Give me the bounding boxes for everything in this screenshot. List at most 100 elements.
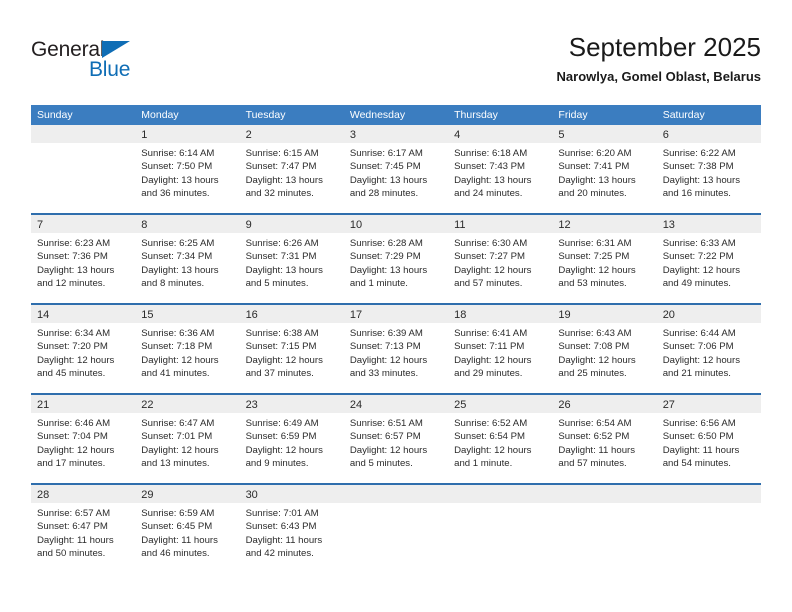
day-detail-line: Daylight: 11 hours <box>141 534 218 546</box>
day-detail-text: Sunrise: 6:25 AM Sunset: 7:34 PM Daylight:… <box>135 233 239 291</box>
day-number-bar <box>552 485 657 503</box>
day-detail-line: Sunrise: 6:25 AM <box>141 238 215 249</box>
day-detail-line: Sunset: 7:36 PM <box>37 251 108 263</box>
day-detail-line: and 25 minutes. <box>558 368 627 380</box>
day-number-bar: 12 <box>552 215 657 233</box>
day-detail-line: Daylight: 11 hours <box>662 444 740 456</box>
day-detail-line: Sunrise: 6:41 AM <box>454 328 528 339</box>
calendar-day-cell[interactable]: 16 Sunrise: 6:38 AM Sunset: 7:15 PM Dayligh… <box>239 305 344 393</box>
day-detail-line: Sunrise: 6:14 AM <box>141 148 215 159</box>
day-number: 8 <box>141 219 148 231</box>
day-number-bar: 5 <box>552 125 657 143</box>
day-number-bar: 19 <box>552 305 657 323</box>
calendar-day-cell[interactable]: 15 Sunrise: 6:36 AM Sunset: 7:18 PM Dayligh… <box>135 305 240 393</box>
calendar-day-cell[interactable]: 24 Sunrise: 6:51 AM Sunset: 6:57 PM Dayligh… <box>343 395 449 483</box>
day-detail-line: Sunrise: 6:20 AM <box>558 148 632 159</box>
calendar-day-cell[interactable]: 10 Sunrise: 6:28 AM Sunset: 7:29 PM Dayligh… <box>343 215 449 303</box>
calendar-day-cell[interactable]: 30 Sunrise: 7:01 AM Sunset: 6:43 PM Dayligh… <box>239 485 344 573</box>
day-number: 24 <box>349 399 363 411</box>
day-number-bar: 24 <box>343 395 449 413</box>
calendar-day-cell[interactable]: 11 Sunrise: 6:30 AM Sunset: 7:27 PM Dayligh… <box>448 215 553 303</box>
day-number: 12 <box>558 219 571 231</box>
day-detail-text: Sunrise: 6:57 AM Sunset: 6:47 PM Daylight:… <box>31 503 135 561</box>
calendar-day-cell[interactable]: 3 Sunrise: 6:17 AM Sunset: 7:45 PM Daylight… <box>343 125 449 213</box>
day-detail-line: Sunset: 6:50 PM <box>662 431 734 443</box>
day-detail-line: Daylight: 13 hours <box>245 174 323 186</box>
calendar-day-cell[interactable]: 20 Sunrise: 6:44 AM Sunset: 7:06 PM Dayligh… <box>656 305 761 393</box>
day-detail-text: Sunrise: 6:34 AM Sunset: 7:20 PM Daylight:… <box>31 323 135 381</box>
day-detail-text <box>552 503 656 507</box>
day-number-bar: 20 <box>656 305 761 323</box>
day-detail-line: Daylight: 11 hours <box>245 534 323 546</box>
day-detail-text <box>448 503 552 507</box>
calendar-day-cell[interactable]: 13 Sunrise: 6:33 AM Sunset: 7:22 PM Dayligh… <box>656 215 761 303</box>
calendar-day-cell[interactable]: 27 Sunrise: 6:56 AM Sunset: 6:50 PM Dayligh… <box>656 395 761 483</box>
calendar-day-cell[interactable]: 14 Sunrise: 6:34 AM Sunset: 7:20 PM Dayligh… <box>31 305 136 393</box>
day-detail-line: Daylight: 12 hours <box>662 264 741 276</box>
logo-triangle-icon <box>102 41 130 58</box>
page-title: September 2025 <box>568 32 761 62</box>
day-detail-line: Daylight: 11 hours <box>558 444 636 456</box>
day-detail-text: Sunrise: 6:26 AM Sunset: 7:31 PM Daylight:… <box>240 233 344 291</box>
day-number-bar: 2 <box>239 125 344 143</box>
day-detail-line: Daylight: 12 hours <box>37 354 115 366</box>
day-detail-line: Daylight: 13 hours <box>454 174 532 186</box>
day-detail-text: Sunrise: 6:20 AM Sunset: 7:41 PM Daylight:… <box>552 143 656 201</box>
day-detail-line: Sunrise: 6:49 AM <box>245 418 319 429</box>
day-detail-text: Sunrise: 6:38 AM Sunset: 7:15 PM Daylight:… <box>240 323 344 381</box>
calendar-day-cell[interactable]: 26 Sunrise: 6:54 AM Sunset: 6:52 PM Dayligh… <box>552 395 657 483</box>
day-number-bar <box>448 485 553 503</box>
day-detail-line: Sunset: 7:50 PM <box>141 161 213 173</box>
calendar-day-cell[interactable]: 6 Sunrise: 6:22 AM Sunset: 7:38 PM Daylight… <box>656 125 761 213</box>
day-detail-line: and 9 minutes. <box>245 458 309 470</box>
day-detail-line: and 1 minute. <box>349 278 408 290</box>
day-detail-line: and 57 minutes. <box>454 278 523 290</box>
day-detail-text: Sunrise: 6:39 AM Sunset: 7:13 PM Daylight:… <box>344 323 448 381</box>
calendar-day-cell-empty <box>448 485 553 573</box>
calendar-day-cell[interactable]: 19 Sunrise: 6:43 AM Sunset: 7:08 PM Dayligh… <box>552 305 657 393</box>
day-detail-line: Sunrise: 6:22 AM <box>662 148 736 159</box>
calendar-page: General Blue September 2025 Narowlya, Go… <box>0 0 792 612</box>
day-number-bar <box>656 485 761 503</box>
calendar-day-cell[interactable]: 12 Sunrise: 6:31 AM Sunset: 7:25 PM Dayligh… <box>552 215 657 303</box>
day-detail-line: and 50 minutes. <box>37 548 106 560</box>
day-detail-line: and 33 minutes. <box>349 368 419 380</box>
day-detail-line: Sunrise: 6:31 AM <box>558 238 632 249</box>
day-detail-line: Daylight: 12 hours <box>141 354 219 366</box>
day-number: 7 <box>37 219 44 231</box>
calendar-day-cell[interactable]: 1 Sunrise: 6:14 AM Sunset: 7:50 PM Daylight… <box>135 125 240 213</box>
calendar-day-cell-empty <box>656 485 761 573</box>
day-detail-line: Daylight: 12 hours <box>454 354 532 366</box>
calendar-day-cell[interactable]: 25 Sunrise: 6:52 AM Sunset: 6:54 PM Dayligh… <box>448 395 553 483</box>
calendar-day-cell[interactable]: 5 Sunrise: 6:20 AM Sunset: 7:41 PM Daylight… <box>552 125 657 213</box>
calendar-day-cell[interactable]: 22 Sunrise: 6:47 AM Sunset: 7:01 PM Dayligh… <box>135 395 240 483</box>
title-block: September 2025 Narowlya, Gomel Oblast, B… <box>557 30 761 87</box>
calendar-day-cell[interactable]: 21 Sunrise: 6:46 AM Sunset: 7:04 PM Dayligh… <box>31 395 136 483</box>
day-detail-line: Sunrise: 6:57 AM <box>37 508 111 519</box>
day-detail-line: and 24 minutes. <box>454 188 523 200</box>
calendar-day-cell[interactable]: 29 Sunrise: 6:59 AM Sunset: 6:45 PM Dayligh… <box>135 485 240 573</box>
day-detail-line: Daylight: 13 hours <box>349 264 428 276</box>
calendar-day-cell[interactable]: 7 Sunrise: 6:23 AM Sunset: 7:36 PM Daylight… <box>31 215 136 303</box>
calendar-day-cell-empty <box>31 125 136 213</box>
calendar-day-cell[interactable]: 28 Sunrise: 6:57 AM Sunset: 6:47 PM Dayligh… <box>31 485 136 573</box>
day-number: 4 <box>454 129 461 141</box>
calendar-day-cell[interactable]: 18 Sunrise: 6:41 AM Sunset: 7:11 PM Dayligh… <box>448 305 553 393</box>
calendar-day-cell[interactable]: 17 Sunrise: 6:39 AM Sunset: 7:13 PM Dayligh… <box>343 305 449 393</box>
day-detail-line: Sunset: 7:01 PM <box>141 431 213 443</box>
day-detail-line: and 57 minutes. <box>558 458 627 470</box>
calendar-day-cell[interactable]: 9 Sunrise: 6:26 AM Sunset: 7:31 PM Daylight… <box>239 215 344 303</box>
day-detail-text: Sunrise: 6:22 AM Sunset: 7:38 PM Daylight:… <box>657 143 761 201</box>
day-detail-text: Sunrise: 6:51 AM Sunset: 6:57 PM Daylight:… <box>344 413 448 471</box>
calendar-day-cell[interactable]: 8 Sunrise: 6:25 AM Sunset: 7:34 PM Daylight… <box>135 215 240 303</box>
calendar-day-cell[interactable]: 4 Sunrise: 6:18 AM Sunset: 7:43 PM Daylight… <box>448 125 553 213</box>
calendar-day-cell[interactable]: 2 Sunrise: 6:15 AM Sunset: 7:47 PM Daylight… <box>239 125 344 213</box>
day-number-bar: 4 <box>448 125 553 143</box>
day-number-bar: 27 <box>656 395 761 413</box>
day-detail-line: Sunrise: 6:34 AM <box>37 328 111 339</box>
day-number: 21 <box>37 399 50 411</box>
calendar-grid: Sunday Monday Tuesday Wednesday Thursday Frid… <box>31 105 761 573</box>
calendar-day-cell[interactable]: 23 Sunrise: 6:49 AM Sunset: 6:59 PM Dayligh… <box>239 395 344 483</box>
day-number-bar: 23 <box>239 395 344 413</box>
day-number-bar: 16 <box>239 305 344 323</box>
